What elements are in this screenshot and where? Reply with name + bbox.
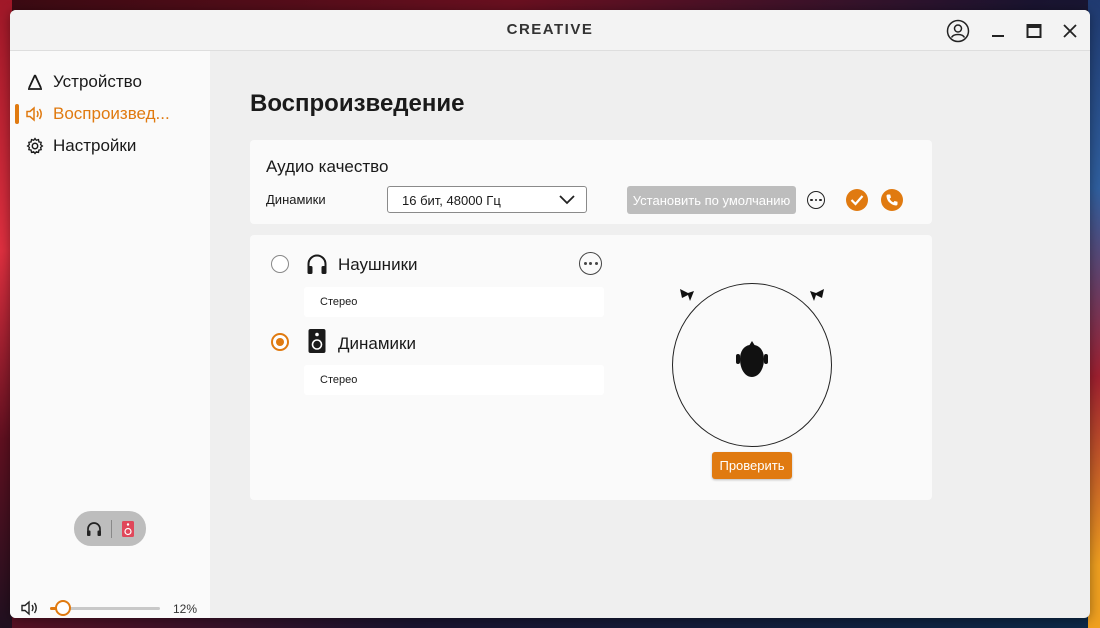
close-icon [1063, 24, 1077, 38]
audio-format-value: 16 бит, 48000 Гц [402, 193, 501, 208]
speakers-mode-box: Стерео [304, 365, 604, 395]
sidebar-item-playback[interactable]: Воспроизвед... [10, 99, 210, 129]
delta-icon [25, 72, 45, 92]
active-indicator [15, 104, 19, 124]
listener-head-icon [736, 341, 768, 377]
more-options-button[interactable] [807, 191, 825, 209]
speakers-radio[interactable] [271, 333, 289, 351]
minimize-icon [992, 35, 1004, 37]
default-device-button[interactable] [846, 189, 868, 211]
volume-slider-thumb[interactable] [55, 600, 72, 616]
account-button[interactable] [945, 18, 971, 44]
more-dot [814, 198, 818, 202]
headphones-radio[interactable] [271, 255, 289, 273]
title-bar: CREATIVE [10, 10, 1090, 51]
audio-quality-card: Аудио качество Динамики 16 бит, 48000 Гц… [250, 140, 932, 224]
set-default-button[interactable]: Установить по умолчанию [627, 186, 796, 214]
maximize-icon [1026, 24, 1042, 38]
sidebar-item-device[interactable]: Устройство [10, 67, 210, 97]
more-dot [819, 198, 822, 202]
headphones-label: Наушники [338, 255, 418, 274]
headphones-icon [86, 521, 101, 536]
speakers-mode: Стерео [320, 374, 358, 386]
brand-logo: CREATIVE [506, 21, 594, 38]
test-button[interactable]: Проверить [712, 452, 792, 479]
volume-percent: 12% [173, 602, 198, 616]
speaker-icon [121, 520, 134, 537]
gear-icon [25, 136, 45, 156]
chevron-down-icon [559, 195, 575, 205]
volume-control: 12% [10, 596, 210, 618]
speaker-icon [305, 329, 329, 353]
maximize-button[interactable] [1021, 18, 1047, 44]
headphones-mode-box: Стерео [304, 287, 604, 317]
sidebar: Устройство Воспроизвед... Настройки 12% [10, 51, 210, 618]
speaker-volume-icon [25, 104, 45, 124]
page-title: Воспроизведение [250, 90, 465, 117]
checkmark-icon [850, 195, 864, 206]
more-dot [594, 262, 598, 265]
default-communication-button[interactable] [881, 189, 903, 211]
device-label: Динамики [266, 192, 326, 207]
sidebar-item-label: Воспроизвед... [53, 104, 170, 123]
speaker-position-diagram [672, 283, 832, 447]
output-device-toggle[interactable] [74, 511, 146, 546]
speakers-label: Динамики [338, 334, 416, 353]
more-dot [583, 262, 587, 265]
output-devices-card: Наушники Стерео Динамики Стерео Проверит… [250, 235, 932, 500]
sidebar-item-settings[interactable]: Настройки [10, 131, 210, 161]
speaker-volume-icon [21, 600, 37, 616]
toggle-separator [110, 519, 112, 538]
headphones-more-button[interactable] [579, 252, 602, 275]
sidebar-item-label: Настройки [53, 136, 137, 155]
audio-format-select[interactable]: 16 бит, 48000 Гц [387, 186, 587, 213]
front-left-speaker-icon[interactable] [678, 288, 696, 304]
phone-icon [886, 194, 898, 206]
front-right-speaker-icon[interactable] [808, 288, 826, 304]
headphones-icon [305, 252, 329, 276]
user-icon [946, 19, 970, 43]
app-window: CREATIVE Устройство Воспроизвед... Настр… [10, 10, 1090, 618]
audio-quality-title: Аудио качество [266, 157, 389, 176]
minimize-button[interactable] [985, 18, 1011, 44]
headphones-mode: Стерео [320, 296, 358, 308]
sidebar-item-label: Устройство [53, 72, 142, 91]
more-dot [589, 262, 592, 265]
more-dot [810, 198, 813, 202]
close-button[interactable] [1057, 18, 1083, 44]
